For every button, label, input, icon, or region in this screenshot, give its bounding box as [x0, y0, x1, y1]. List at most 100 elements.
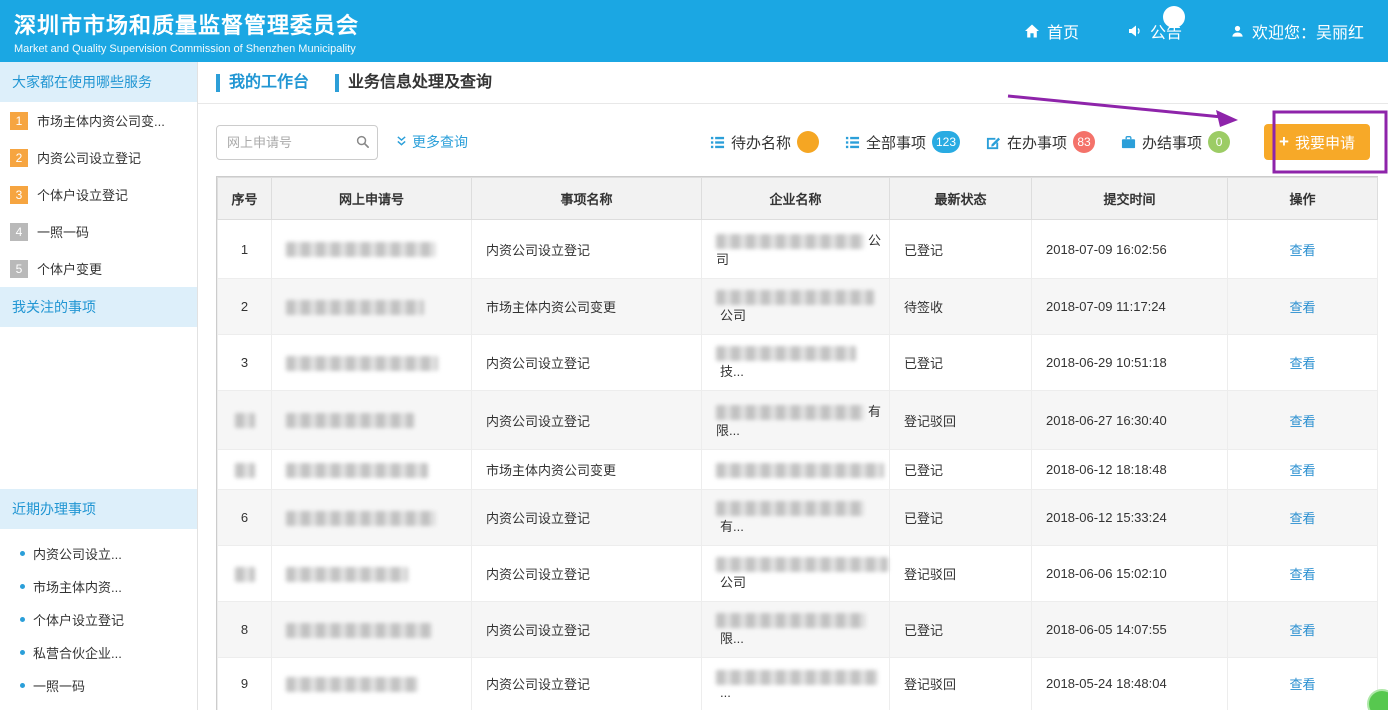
- row-number-cell: [218, 391, 272, 450]
- company-name-cell: 公司: [702, 279, 890, 335]
- stat-in-progress[interactable]: 在办事项 83: [986, 131, 1095, 153]
- view-link[interactable]: 查看: [1289, 567, 1315, 582]
- row-number-cell: [218, 546, 272, 602]
- action-cell: 查看: [1228, 658, 1378, 710]
- stat-label: 办结事项: [1142, 132, 1202, 153]
- view-link[interactable]: 查看: [1289, 511, 1315, 526]
- sidebar-item-recent-3[interactable]: 个体户设立登记: [0, 603, 197, 636]
- company-suffix: 公司: [720, 308, 746, 323]
- submit-time-cell: 2018-06-27 16:30:40: [1032, 391, 1228, 450]
- sidebar-item-popular-1[interactable]: 1 市场主体内资公司变...: [0, 102, 197, 139]
- search-icon[interactable]: [355, 134, 370, 149]
- status-cell: 登记驳回: [890, 546, 1032, 602]
- redacted-application-number: [286, 242, 436, 257]
- view-link[interactable]: 查看: [1289, 414, 1315, 429]
- recent-items-header: 近期办理事项: [0, 489, 197, 529]
- company-name-cell: 公司: [702, 546, 890, 602]
- bullet-icon: [20, 551, 25, 556]
- col-header-item-name: 事项名称: [472, 178, 702, 220]
- view-link[interactable]: 查看: [1289, 243, 1315, 258]
- more-query-link[interactable]: 更多查询: [396, 132, 468, 152]
- rank-badge: 4: [10, 223, 28, 241]
- application-number-cell: [272, 658, 472, 710]
- plus-icon: +: [1279, 132, 1289, 152]
- company-suffix: 有...: [720, 519, 744, 534]
- redacted-company-name: [716, 234, 864, 249]
- action-cell: 查看: [1228, 602, 1378, 658]
- sidebar-item-recent-4[interactable]: 私营合伙企业...: [0, 636, 197, 669]
- recent-label: 内资公司设立...: [33, 544, 122, 563]
- more-query-label: 更多查询: [412, 132, 468, 152]
- sidebar-item-popular-3[interactable]: 3 个体户设立登记: [0, 176, 197, 213]
- submit-time-cell: 2018-06-12 15:33:24: [1032, 490, 1228, 546]
- row-number-cell: 3: [218, 335, 272, 391]
- submit-time-cell: 2018-07-09 11:17:24: [1032, 279, 1228, 335]
- search-input[interactable]: [216, 125, 378, 160]
- apply-button-label: 我要申请: [1295, 132, 1355, 153]
- view-link[interactable]: 查看: [1289, 300, 1315, 315]
- item-name-cell: 内资公司设立登记: [472, 546, 702, 602]
- sidebar-item-recent-1[interactable]: 内资公司设立...: [0, 537, 197, 570]
- table-row: 9 内资公司设立登记 ... 登记驳回 2018-05-24 18:48:04 …: [218, 658, 1378, 710]
- redacted-company-name: [716, 405, 864, 420]
- view-link[interactable]: 查看: [1289, 677, 1315, 692]
- stat-all[interactable]: 全部事项 123: [845, 131, 960, 153]
- row-number-cell: 8: [218, 602, 272, 658]
- user-welcome[interactable]: 欢迎您：吴丽红: [1230, 19, 1364, 43]
- submit-time-cell: 2018-06-29 10:51:18: [1032, 335, 1228, 391]
- company-suffix: 技...: [720, 364, 744, 379]
- redacted-company-name: [716, 501, 864, 516]
- sidebar-item-popular-4[interactable]: 4 一照一码: [0, 213, 197, 250]
- redacted-application-number: [286, 623, 432, 638]
- service-label: 内资公司设立登记: [37, 148, 141, 167]
- nav-home[interactable]: 首页: [1024, 19, 1079, 43]
- service-label: 一照一码: [37, 222, 89, 241]
- stat-badge: 83: [1073, 131, 1095, 153]
- search-box: [216, 125, 378, 160]
- submit-time-cell: 2018-07-09 16:02:56: [1032, 220, 1228, 279]
- table-row: 3 内资公司设立登记 技... 已登记 2018-06-29 10:51:18 …: [218, 335, 1378, 391]
- redacted-application-number: [286, 463, 428, 478]
- company-suffix: 公司: [720, 575, 746, 590]
- apply-button[interactable]: + 我要申请: [1264, 124, 1370, 160]
- item-name-cell: 内资公司设立登记: [472, 391, 702, 450]
- col-header-action: 操作: [1228, 178, 1378, 220]
- application-number-cell: [272, 450, 472, 490]
- service-label: 个体户设立登记: [37, 185, 128, 204]
- sidebar-item-recent-5[interactable]: 一照一码: [0, 669, 197, 702]
- rank-badge: 2: [10, 149, 28, 167]
- view-link[interactable]: 查看: [1289, 356, 1315, 371]
- redacted-application-number: [286, 356, 438, 371]
- layout: 大家都在使用哪些服务 1 市场主体内资公司变... 2 内资公司设立登记 3 个…: [0, 62, 1388, 710]
- stat-label: 全部事项: [866, 132, 926, 153]
- sidebar-item-popular-5[interactable]: 5 个体户变更: [0, 250, 197, 287]
- table-row: 2 市场主体内资公司变更 公司 待签收 2018-07-09 11:17:24 …: [218, 279, 1378, 335]
- application-number-cell: [272, 490, 472, 546]
- stat-completed[interactable]: 办结事项 0: [1121, 131, 1230, 153]
- application-number-cell: [272, 546, 472, 602]
- tab-business-query[interactable]: 业务信息处理及查询: [335, 74, 492, 92]
- view-link[interactable]: 查看: [1289, 623, 1315, 638]
- welcome-label: 欢迎您：吴丽红: [1252, 19, 1364, 43]
- sidebar: 大家都在使用哪些服务 1 市场主体内资公司变... 2 内资公司设立登记 3 个…: [0, 62, 198, 710]
- sidebar-item-popular-2[interactable]: 2 内资公司设立登记: [0, 139, 197, 176]
- stat-label: 在办事项: [1007, 132, 1067, 153]
- view-link[interactable]: 查看: [1289, 463, 1315, 478]
- redacted-row-number: [235, 567, 255, 582]
- company-name-cell: 有...: [702, 490, 890, 546]
- table-body: 1 内资公司设立登记 公司 已登记 2018-07-09 16:02:56 查看…: [218, 220, 1378, 710]
- notification-dot: [1163, 6, 1185, 28]
- action-cell: 查看: [1228, 490, 1378, 546]
- sidebar-item-recent-2[interactable]: 市场主体内资...: [0, 570, 197, 603]
- table-row: 市场主体内资公司变更 已登记 2018-06-12 18:18:48 查看: [218, 450, 1378, 490]
- recent-items-list: 内资公司设立... 市场主体内资... 个体户设立登记 私营合伙企业... 一照…: [0, 529, 197, 710]
- action-cell: 查看: [1228, 391, 1378, 450]
- status-cell: 登记驳回: [890, 658, 1032, 710]
- tab-workbench[interactable]: 我的工作台: [216, 74, 309, 92]
- item-name-cell: 内资公司设立登记: [472, 602, 702, 658]
- stat-todo[interactable]: 待办名称: [710, 131, 819, 153]
- submit-time-cell: 2018-06-12 18:18:48: [1032, 450, 1228, 490]
- status-cell: 待签收: [890, 279, 1032, 335]
- redacted-row-number: [235, 413, 255, 428]
- item-name-cell: 内资公司设立登记: [472, 490, 702, 546]
